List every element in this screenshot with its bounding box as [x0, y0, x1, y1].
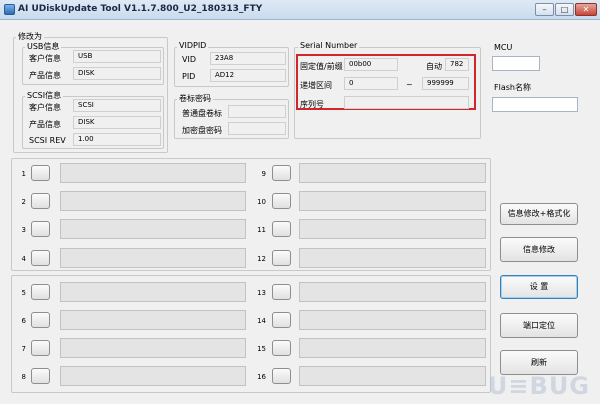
port-status-bar	[60, 219, 246, 239]
vid-field[interactable]: 23A8	[210, 52, 286, 65]
port-status-bar	[60, 163, 246, 183]
port-status-bar	[60, 282, 246, 302]
port-number: 3	[21, 226, 26, 234]
vidpid-label: VIDPID	[177, 41, 209, 50]
port-status-bar	[60, 338, 246, 358]
pid-label: PID	[182, 72, 196, 81]
port-number: 14	[257, 317, 266, 325]
port-number: 5	[21, 289, 26, 297]
fixed-prefix-field[interactable]: 00b00	[344, 58, 398, 71]
port-status-bar	[60, 310, 246, 330]
port-number: 2	[21, 198, 26, 206]
port-select-button[interactable]	[272, 340, 291, 356]
window-title: AI UDiskUpdate Tool V1.1.7.800_U2_180313…	[18, 4, 263, 14]
port-status-bar	[299, 219, 486, 239]
flash-name-field[interactable]	[492, 97, 578, 112]
port-number: 13	[257, 289, 266, 297]
volume-password-label: 卷标密码	[177, 93, 213, 104]
normal-volume-label: 普通盘卷标	[182, 109, 222, 118]
range-end-field[interactable]: 999999	[422, 77, 469, 90]
usb-customer-label: 客户信息	[29, 54, 61, 63]
port-number: 7	[21, 345, 26, 353]
port-select-button[interactable]	[31, 312, 50, 328]
mcu-field[interactable]	[492, 56, 540, 71]
scsi-product-field[interactable]: DISK	[73, 116, 161, 129]
port-number: 16	[257, 373, 266, 381]
modify-info-button[interactable]: 信息修改	[500, 237, 578, 262]
port-number: 12	[257, 255, 266, 263]
vid-label: VID	[182, 55, 196, 64]
watermark-logo: U≡BUG	[487, 372, 590, 400]
usb-product-label: 产品信息	[29, 71, 61, 80]
flash-name-label: Flash名称	[494, 83, 531, 92]
port-number: 4	[21, 255, 26, 263]
port-status-bar	[299, 163, 486, 183]
port-status-bar	[299, 366, 486, 386]
port-status-bar	[299, 282, 486, 302]
port-status-bar	[299, 248, 486, 268]
fixed-prefix-label: 固定值/前缀	[300, 62, 343, 71]
close-button[interactable]: ✕	[575, 3, 597, 16]
port-number: 9	[261, 170, 266, 178]
encrypt-password-label: 加密盘密码	[182, 126, 222, 135]
encrypt-password-field[interactable]	[228, 122, 286, 135]
port-number: 15	[257, 345, 266, 353]
mcu-label: MCU	[494, 43, 513, 52]
maximize-button[interactable]: □	[555, 3, 574, 16]
scsi-product-label: 产品信息	[29, 120, 61, 129]
auto-label: 自动	[426, 62, 442, 71]
auto-field[interactable]: 782	[445, 58, 469, 71]
pid-field[interactable]: AD12	[210, 69, 286, 82]
modify-format-button[interactable]: 信息修改+格式化	[500, 203, 578, 225]
serial-field[interactable]	[344, 96, 469, 109]
port-status-bar	[299, 191, 486, 211]
scsi-customer-field[interactable]: SCSI	[73, 99, 161, 112]
port-status-bar	[60, 366, 246, 386]
port-select-button[interactable]	[31, 221, 50, 237]
scsi-rev-label: SCSI REV	[29, 136, 66, 145]
port-select-button[interactable]	[31, 340, 50, 356]
port-status-bar	[299, 338, 486, 358]
port-number: 11	[257, 226, 266, 234]
scsi-info-label: SCSI信息	[25, 90, 64, 101]
range-separator: ~	[406, 80, 413, 89]
port-status-bar	[60, 191, 246, 211]
port-select-button[interactable]	[272, 193, 291, 209]
port-select-button[interactable]	[272, 250, 291, 266]
port-select-button[interactable]	[272, 284, 291, 300]
port-select-button[interactable]	[31, 250, 50, 266]
port-select-button[interactable]	[272, 368, 291, 384]
port-select-button[interactable]	[272, 221, 291, 237]
port-number: 1	[21, 170, 26, 178]
port-select-button[interactable]	[31, 165, 50, 181]
minimize-button[interactable]: –	[535, 3, 554, 16]
increment-range-label: 递增区间	[300, 81, 332, 90]
port-select-button[interactable]	[31, 284, 50, 300]
port-number: 10	[257, 198, 266, 206]
port-status-bar	[299, 310, 486, 330]
port-number: 8	[21, 373, 26, 381]
port-select-button[interactable]	[272, 165, 291, 181]
app-icon	[4, 4, 15, 15]
port-select-button[interactable]	[272, 312, 291, 328]
scsi-rev-field[interactable]: 1.00	[73, 133, 161, 146]
normal-volume-field[interactable]	[228, 105, 286, 118]
scsi-customer-label: 客户信息	[29, 103, 61, 112]
serial-number-label: Serial Number	[298, 41, 360, 50]
port-locate-button[interactable]: 端口定位	[500, 313, 578, 338]
serial-label: 序列号	[300, 100, 324, 109]
settings-button[interactable]: 设 置	[500, 275, 578, 299]
port-status-bar	[60, 248, 246, 268]
port-number: 6	[21, 317, 26, 325]
usb-customer-field[interactable]: USB	[73, 50, 161, 63]
range-start-field[interactable]: 0	[344, 77, 398, 90]
port-select-button[interactable]	[31, 368, 50, 384]
usb-product-field[interactable]: DISK	[73, 67, 161, 80]
port-select-button[interactable]	[31, 193, 50, 209]
usb-info-label: USB信息	[25, 41, 62, 52]
